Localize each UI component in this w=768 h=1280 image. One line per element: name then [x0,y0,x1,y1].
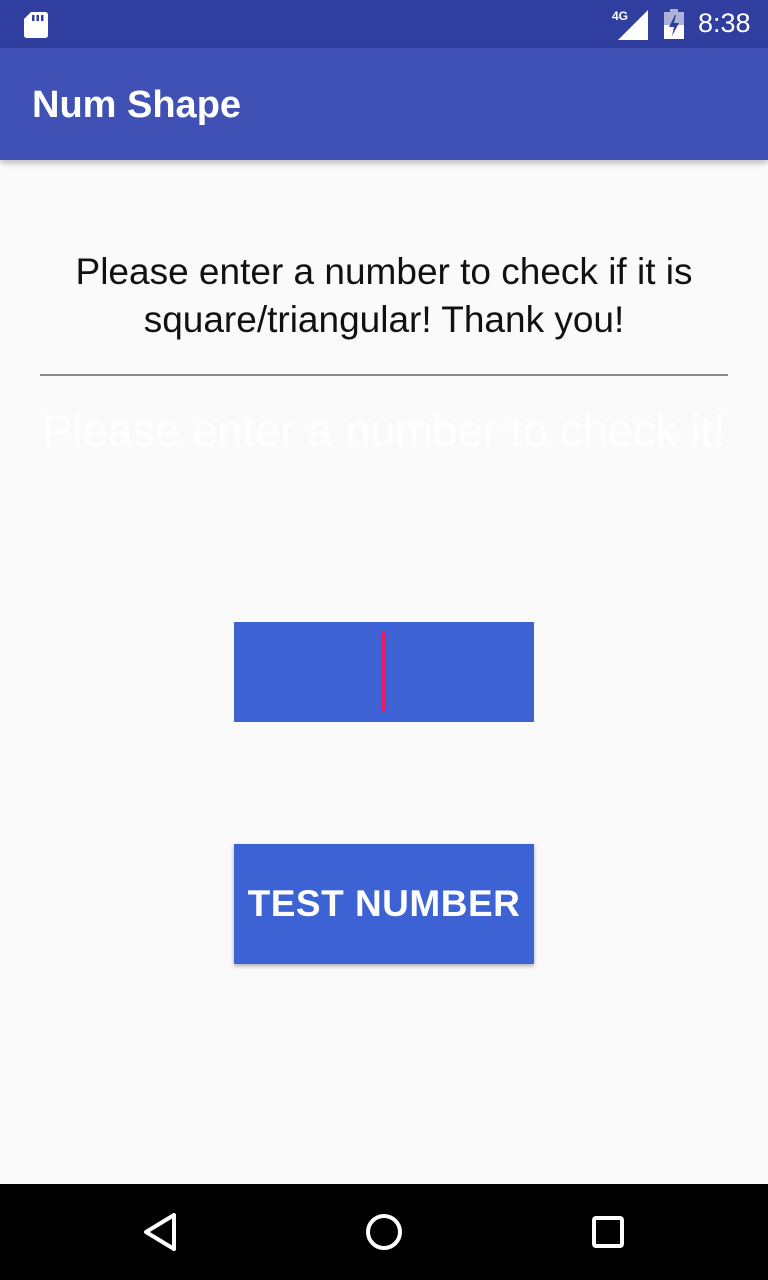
status-bar: 4G 8:38 [0,0,768,48]
text-cursor [382,632,386,712]
clock: 8:38 [698,8,751,38]
divider [40,374,728,376]
number-input[interactable] [234,622,534,722]
recent-apps-icon[interactable] [588,1212,628,1252]
home-icon[interactable] [364,1212,404,1252]
test-number-button[interactable]: TEST NUMBER [234,844,534,964]
app-title: Num Shape [32,84,242,126]
instruction-text: Please enter a number to check if it is … [75,251,693,340]
app-bar: Num Shape [0,48,768,160]
battery-icon [664,9,684,39]
result-text: Please enter a number to check it! [42,405,726,456]
signal-icon [618,10,648,40]
back-icon[interactable] [140,1212,180,1252]
sd-card-icon [24,12,48,38]
